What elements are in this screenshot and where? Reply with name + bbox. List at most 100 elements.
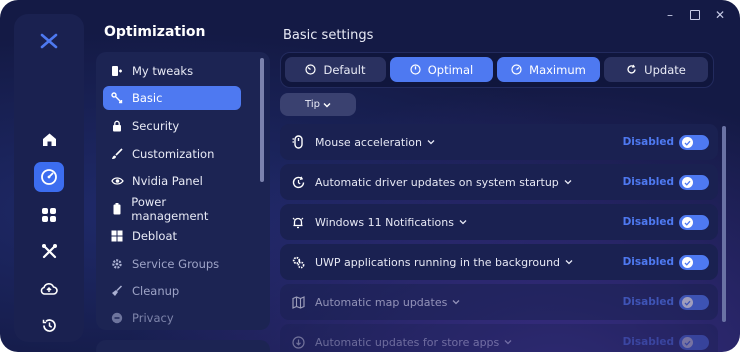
sidebar-item-label: Nvidia Panel [132, 174, 203, 188]
status-label: Disabled [622, 136, 674, 148]
bell-icon [291, 215, 305, 229]
setting-toggle[interactable] [679, 255, 709, 270]
apps-grid-icon[interactable] [34, 200, 64, 230]
setting-label: Automatic map updates [315, 295, 448, 309]
page-title: Basic settings [283, 28, 374, 43]
sidebar-item-security[interactable]: Security [103, 114, 241, 138]
cloud-upload-icon[interactable] [34, 274, 64, 304]
setting-toggle[interactable] [679, 335, 709, 350]
icon-rail [14, 14, 84, 342]
mode-label: Update [644, 62, 686, 77]
setting-row-store-updates[interactable]: Automatic updates for store apps Disable… [280, 324, 718, 352]
mode-default-button[interactable]: Default [285, 57, 386, 82]
status-label: Disabled [622, 256, 674, 268]
setting-label: UWP applications running in the backgrou… [315, 255, 561, 269]
speedometer-icon[interactable] [34, 162, 64, 192]
gear-icon [110, 257, 124, 271]
chevron-down-icon[interactable] [427, 139, 435, 145]
privacy-icon [110, 311, 124, 325]
sidebar-item-label: My tweaks [132, 64, 194, 78]
window-controls: – ✕ [664, 8, 726, 22]
setting-row-mouse-acceleration[interactable]: Mouse acceleration Disabled [280, 124, 718, 160]
gauge-mid-icon [410, 64, 421, 75]
sidebar-item-cleanup[interactable]: Cleanup [103, 279, 241, 303]
content-scrollbar[interactable] [722, 126, 726, 322]
sidebar: My tweaks Basic Security Customization N… [96, 52, 270, 330]
sidebar-item-service-groups[interactable]: Service Groups [103, 252, 241, 276]
sidebar-item-label: Service Groups [132, 257, 220, 271]
setting-toggle[interactable] [679, 175, 709, 190]
status-label: Disabled [622, 296, 674, 308]
panel-title: Optimization [104, 24, 206, 40]
logo-icon [40, 33, 58, 49]
sidebar-item-nvidia-panel[interactable]: Nvidia Panel [103, 169, 241, 193]
status-label: Disabled [622, 336, 674, 348]
refresh-icon [626, 64, 637, 75]
status-label: Disabled [622, 176, 674, 188]
sidebar-item-customization[interactable]: Customization [103, 142, 241, 166]
tweaks-icon [110, 64, 124, 78]
tools-icon[interactable] [34, 236, 64, 266]
chevron-down-icon[interactable] [504, 339, 512, 345]
sidebar-secondary-panel [96, 340, 270, 352]
mode-optimal-button[interactable]: Optimal [390, 57, 493, 82]
setting-label: Automatic driver updates on system start… [315, 175, 559, 189]
setting-row-notifications[interactable]: Windows 11 Notifications Disabled [280, 204, 718, 240]
mode-label: Default [323, 62, 366, 77]
mode-selector: Default Optimal Maximum Update [280, 52, 714, 88]
sidebar-item-my-tweaks[interactable]: My tweaks [103, 59, 241, 83]
maximize-icon[interactable] [690, 10, 700, 20]
setting-row-uwp-background[interactable]: UWP applications running in the backgrou… [280, 244, 718, 280]
sidebar-item-label: Privacy [132, 311, 174, 325]
sidebar-item-label: Basic [132, 91, 163, 105]
chevron-down-icon[interactable] [564, 179, 572, 185]
mode-label: Maximum [529, 62, 586, 77]
broom-icon [110, 284, 124, 298]
chevron-down-icon[interactable] [459, 219, 467, 225]
home-icon[interactable] [34, 124, 64, 154]
setting-label: Automatic updates for store apps [315, 335, 500, 349]
download-icon [291, 335, 305, 349]
setting-toggle[interactable] [679, 295, 709, 310]
status-label: Disabled [622, 216, 674, 228]
mode-maximum-button[interactable]: Maximum [497, 57, 600, 82]
setting-toggle[interactable] [679, 135, 709, 150]
sidebar-item-label: Customization [132, 147, 215, 161]
setting-label: Mouse acceleration [315, 135, 422, 149]
basic-icon [110, 91, 124, 105]
sidebar-item-power-management[interactable]: Power management [103, 195, 241, 223]
apps-gear-icon [291, 255, 305, 269]
sidebar-item-label: Power management [131, 195, 209, 223]
sidebar-item-basic[interactable]: Basic [103, 86, 241, 110]
close-icon[interactable]: ✕ [714, 8, 726, 22]
gauge-low-icon [305, 64, 317, 75]
sidebar-item-label: Cleanup [132, 284, 180, 298]
chevron-down-icon [323, 102, 331, 107]
battery-icon [110, 202, 123, 216]
tip-button[interactable]: Tip [280, 93, 356, 116]
map-icon [291, 295, 305, 309]
mouse-icon [291, 135, 305, 149]
chevron-down-icon[interactable] [452, 299, 460, 305]
update-icon [291, 175, 305, 189]
setting-row-map-updates[interactable]: Automatic map updates Disabled [280, 284, 718, 320]
minimize-icon[interactable]: – [664, 8, 676, 22]
app-window: – ✕ Optimization My tweaks Basic Securit… [0, 0, 740, 352]
chevron-down-icon[interactable] [565, 259, 573, 265]
windows-icon [110, 229, 124, 243]
sidebar-item-label: Security [132, 119, 180, 133]
setting-row-driver-updates[interactable]: Automatic driver updates on system start… [280, 164, 718, 200]
brush-icon [110, 147, 124, 161]
nvidia-icon [110, 174, 124, 188]
history-icon[interactable] [34, 310, 64, 340]
tip-label: Tip [305, 99, 320, 110]
gauge-high-icon [511, 64, 522, 75]
sidebar-item-privacy[interactable]: Privacy [103, 306, 241, 330]
sidebar-item-label: Debloat [132, 229, 178, 243]
mode-label: Optimal [427, 62, 474, 77]
setting-toggle[interactable] [679, 215, 709, 230]
setting-label: Windows 11 Notifications [315, 215, 454, 229]
sidebar-scrollbar[interactable] [260, 58, 264, 182]
mode-update-button[interactable]: Update [604, 57, 708, 82]
sidebar-item-debloat[interactable]: Debloat [103, 224, 241, 248]
